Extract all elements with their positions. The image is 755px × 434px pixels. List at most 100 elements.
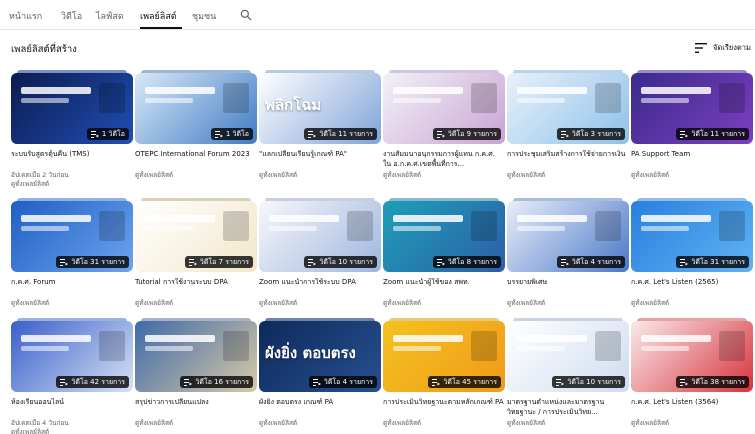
search-icon[interactable] (239, 7, 253, 21)
playlist-icon (308, 130, 317, 138)
thumbnail-graphic (21, 87, 91, 94)
view-full-playlist-link[interactable]: ดูทั้งเพลย์ลิสต์ (11, 180, 133, 189)
playlist-icon (560, 130, 569, 138)
playlist-thumbnail[interactable]: วิดีโอ 16 รายการ (135, 321, 257, 392)
playlist-card[interactable]: วิดีโอ 31 รายการก.ค.ศ. Forum ดูทั้งเพลย์ล… (11, 198, 133, 314)
playlist-card[interactable]: วิดีโอ 8 รายการ Zoom แนะนำผู้ใช้ของ สพท. ด… (383, 198, 505, 314)
view-full-playlist-link[interactable]: ดูทั้งเพลย์ลิสต์ (11, 428, 133, 434)
playlist-thumbnail[interactable]: วิดีโอ 31 รายการ (631, 201, 753, 272)
playlist-title[interactable]: Tutorial การใช้งานระบบ DPA (135, 278, 257, 288)
video-count-badge: วิดีโอ 31 รายการ (56, 256, 129, 268)
playlist-title[interactable]: OTEPC International Forum 2023 (135, 150, 257, 160)
playlist-title[interactable]: ผังยิ่ง ตอบตรง เกณฑ์ PA (259, 398, 381, 408)
video-count-badge: วิดีโอ 38 รายการ (676, 376, 749, 388)
tab-home[interactable]: หน้าแรก (9, 9, 42, 23)
playlist-card[interactable]: 1 วิดีโอ ระบบรับสูตรตุ้นคืน (TMS) อัปเดตเม… (11, 70, 133, 189)
tab-community[interactable]: ชุมชน (192, 9, 216, 23)
video-count-text: วิดีโอ 31 รายการ (71, 258, 125, 266)
thumbnail-graphic (347, 211, 373, 241)
playlist-thumbnail[interactable]: วิดีโอ 45 รายการ (383, 321, 505, 392)
playlist-thumbnail[interactable]: วิดีโอ 8 รายการ (383, 201, 505, 272)
playlist-card[interactable]: วิดีโอ 31 รายการก.ค.ศ. Let's Listen (256… (631, 198, 753, 314)
video-count-text: วิดีโอ 42 รายการ (71, 378, 125, 386)
playlist-title[interactable]: Zoom แนะนำผู้ใช้ของ สพท. (383, 278, 505, 288)
playlist-card[interactable]: วิดีโอ 10 รายการมาตรฐานตำแหน่งและมาตรฐาน… (507, 318, 629, 434)
thumbnail-graphic (517, 215, 587, 222)
playlist-card[interactable]: วิดีโอ 16 รายการสรุปข่าวการเปลี่ยนแปลงดู… (135, 318, 257, 434)
view-full-playlist-link[interactable]: ดูทั้งเพลย์ลิสต์ (259, 419, 381, 428)
playlist-title[interactable]: PA Support Team (631, 150, 753, 160)
thumbnail-graphic (595, 331, 621, 361)
channel-tabs: หน้าแรก วิดีโอ ไลฟ์สด เพลย์ลิสต์ ชุมชน (0, 0, 755, 30)
view-full-playlist-link[interactable]: ดูทั้งเพลย์ลิสต์ (631, 419, 753, 428)
playlist-card[interactable]: วิดีโอ 7 รายการ Tutorial การใช้งานระบบ DP… (135, 198, 257, 314)
playlist-thumbnail[interactable]: วิดีโอ 11 รายการ (631, 73, 753, 144)
view-full-playlist-link[interactable]: ดูทั้งเพลย์ลิสต์ (383, 419, 505, 428)
playlist-card[interactable]: วิดีโอ 38 รายการก.ค.ศ. Let's Listen (356… (631, 318, 753, 434)
thumbnail-graphic (21, 98, 69, 103)
playlist-title[interactable]: ก.ค.ศ. Let's Listen (2565) (631, 278, 753, 288)
playlist-card[interactable]: วิดีโอ 3 รายการการประชุมเสริมสร้างการใช้… (507, 70, 629, 186)
playlist-card[interactable]: วิดีโอ 4 รายการบรรยายพิเศษดูทั้งเพลย์ลิส… (507, 198, 629, 314)
playlist-icon (436, 258, 445, 266)
playlist-card[interactable]: วิดีโอ 9 รายการงานสัมมนาอนุกรรมการผู้แทน… (383, 70, 505, 186)
tab-playlists[interactable]: เพลย์ลิสต์ (140, 9, 177, 23)
playlist-thumbnail[interactable]: วิดีโอ 10 รายการ (507, 321, 629, 392)
view-full-playlist-link[interactable]: ดูทั้งเพลย์ลิสต์ (507, 299, 629, 308)
thumbnail-graphic (719, 83, 745, 113)
view-full-playlist-link[interactable]: ดูทั้งเพลย์ลิสต์ (507, 419, 629, 428)
video-count-badge: วิดีโอ 9 รายการ (432, 128, 501, 140)
playlist-title[interactable]: ก.ค.ศ. Forum (11, 278, 133, 288)
playlist-thumbnail[interactable]: 1 วิดีโอ (135, 73, 257, 144)
playlist-thumbnail[interactable]: ผังยิ่ง ตอบตรง วิดีโอ 4 รายการ (259, 321, 381, 392)
playlist-title[interactable]: "แลกเปลี่ยนเรียนรู้เกณฑ์ PA" (259, 150, 381, 160)
view-full-playlist-link[interactable]: ดูทั้งเพลย์ลิสต์ (631, 171, 753, 180)
playlist-card[interactable]: วิดีโอ 10 รายการ Zoom แนะนำการใช้ระบบ DPA… (259, 198, 381, 314)
view-full-playlist-link[interactable]: ดูทั้งเพลย์ลิสต์ (631, 299, 753, 308)
playlist-title[interactable]: Zoom แนะนำการใช้ระบบ DPA (259, 278, 381, 288)
playlist-card[interactable]: วิดีโอ 11 รายการ PA Support Team ดูทั้งเพล… (631, 70, 753, 186)
thumbnail-graphic (595, 83, 621, 113)
playlist-title[interactable]: การประชุมเสริมสร้างการใช้จ่ายการเงิน (507, 150, 629, 160)
view-full-playlist-link[interactable]: ดูทั้งเพลย์ลิสต์ (135, 171, 257, 180)
view-full-playlist-link[interactable]: ดูทั้งเพลย์ลิสต์ (383, 299, 505, 308)
video-count-text: วิดีโอ 4 รายการ (323, 378, 373, 386)
playlist-thumbnail[interactable]: 1 วิดีโอ (11, 73, 133, 144)
playlist-thumbnail[interactable]: วิดีโอ 42 รายการ (11, 321, 133, 392)
playlist-card[interactable]: พลิกโฉม วิดีโอ 11 รายการ "แลกเปลี่ยนเรียนร… (259, 70, 381, 186)
view-full-playlist-link[interactable]: ดูทั้งเพลย์ลิสต์ (259, 299, 381, 308)
playlist-title[interactable]: บรรยายพิเศษ (507, 278, 629, 288)
tab-live[interactable]: ไลฟ์สด (96, 9, 124, 23)
view-full-playlist-link[interactable]: ดูทั้งเพลย์ลิสต์ (11, 299, 133, 308)
view-full-playlist-link[interactable]: ดูทั้งเพลย์ลิสต์ (383, 171, 505, 180)
playlist-title[interactable]: งานสัมมนาอนุกรรมการผู้แทน ก.ค.ศ. ใน อ.ก.… (383, 150, 505, 169)
playlist-title[interactable]: ห้องเรียนออนไลน์ (11, 398, 133, 408)
playlist-card[interactable]: 1 วิดีโอ OTEPC International Forum 2023 ดู… (135, 70, 257, 186)
view-full-playlist-link[interactable]: ดูทั้งเพลย์ลิสต์ (259, 171, 381, 180)
playlist-card[interactable]: วิดีโอ 42 รายการ ห้องเรียนออนไลน์ อัปเดตเม… (11, 318, 133, 434)
thumbnail-graphic (269, 226, 317, 231)
playlist-thumbnail[interactable]: วิดีโอ 7 รายการ (135, 201, 257, 272)
playlist-thumbnail[interactable]: วิดีโอ 10 รายการ (259, 201, 381, 272)
playlist-thumbnail[interactable]: วิดีโอ 31 รายการ (11, 201, 133, 272)
playlist-icon (188, 258, 197, 266)
playlist-thumbnail[interactable]: วิดีโอ 38 รายการ (631, 321, 753, 392)
view-full-playlist-link[interactable]: ดูทั้งเพลย์ลิสต์ (135, 299, 257, 308)
view-full-playlist-link[interactable]: ดูทั้งเพลย์ลิสต์ (507, 171, 629, 180)
playlist-thumbnail[interactable]: วิดีโอ 4 รายการ (507, 201, 629, 272)
tab-videos[interactable]: วิดีโอ (61, 9, 82, 23)
thumbnail-graphic (719, 211, 745, 241)
playlist-title[interactable]: ระบบรับสูตรตุ้นคืน (TMS) (11, 150, 133, 160)
playlist-title[interactable]: ก.ค.ศ. Let's Listen (3564) (631, 398, 753, 408)
playlist-thumbnail[interactable]: วิดีโอ 3 รายการ (507, 73, 629, 144)
sort-button[interactable]: จัดเรียงตาม (695, 42, 751, 54)
thumbnail-graphic (223, 331, 249, 361)
playlist-title[interactable]: มาตรฐานตำแหน่งและมาตรฐานวิทยฐานะ / การปร… (507, 398, 629, 417)
playlist-thumbnail[interactable]: วิดีโอ 9 รายการ (383, 73, 505, 144)
playlist-card[interactable]: วิดีโอ 45 รายการการประเมินวิทยฐานะตามหลั… (383, 318, 505, 434)
playlist-thumbnail[interactable]: พลิกโฉม วิดีโอ 11 รายการ (259, 73, 381, 144)
playlist-title[interactable]: สรุปข่าวการเปลี่ยนแปลง (135, 398, 257, 408)
playlist-card[interactable]: ผังยิ่ง ตอบตรง วิดีโอ 4 รายการผังยิ่ง ตอบ… (259, 318, 381, 434)
view-full-playlist-link[interactable]: ดูทั้งเพลย์ลิสต์ (135, 419, 257, 428)
playlist-title[interactable]: การประเมินวิทยฐานะตามหลักเกณฑ์ PA (383, 398, 505, 408)
